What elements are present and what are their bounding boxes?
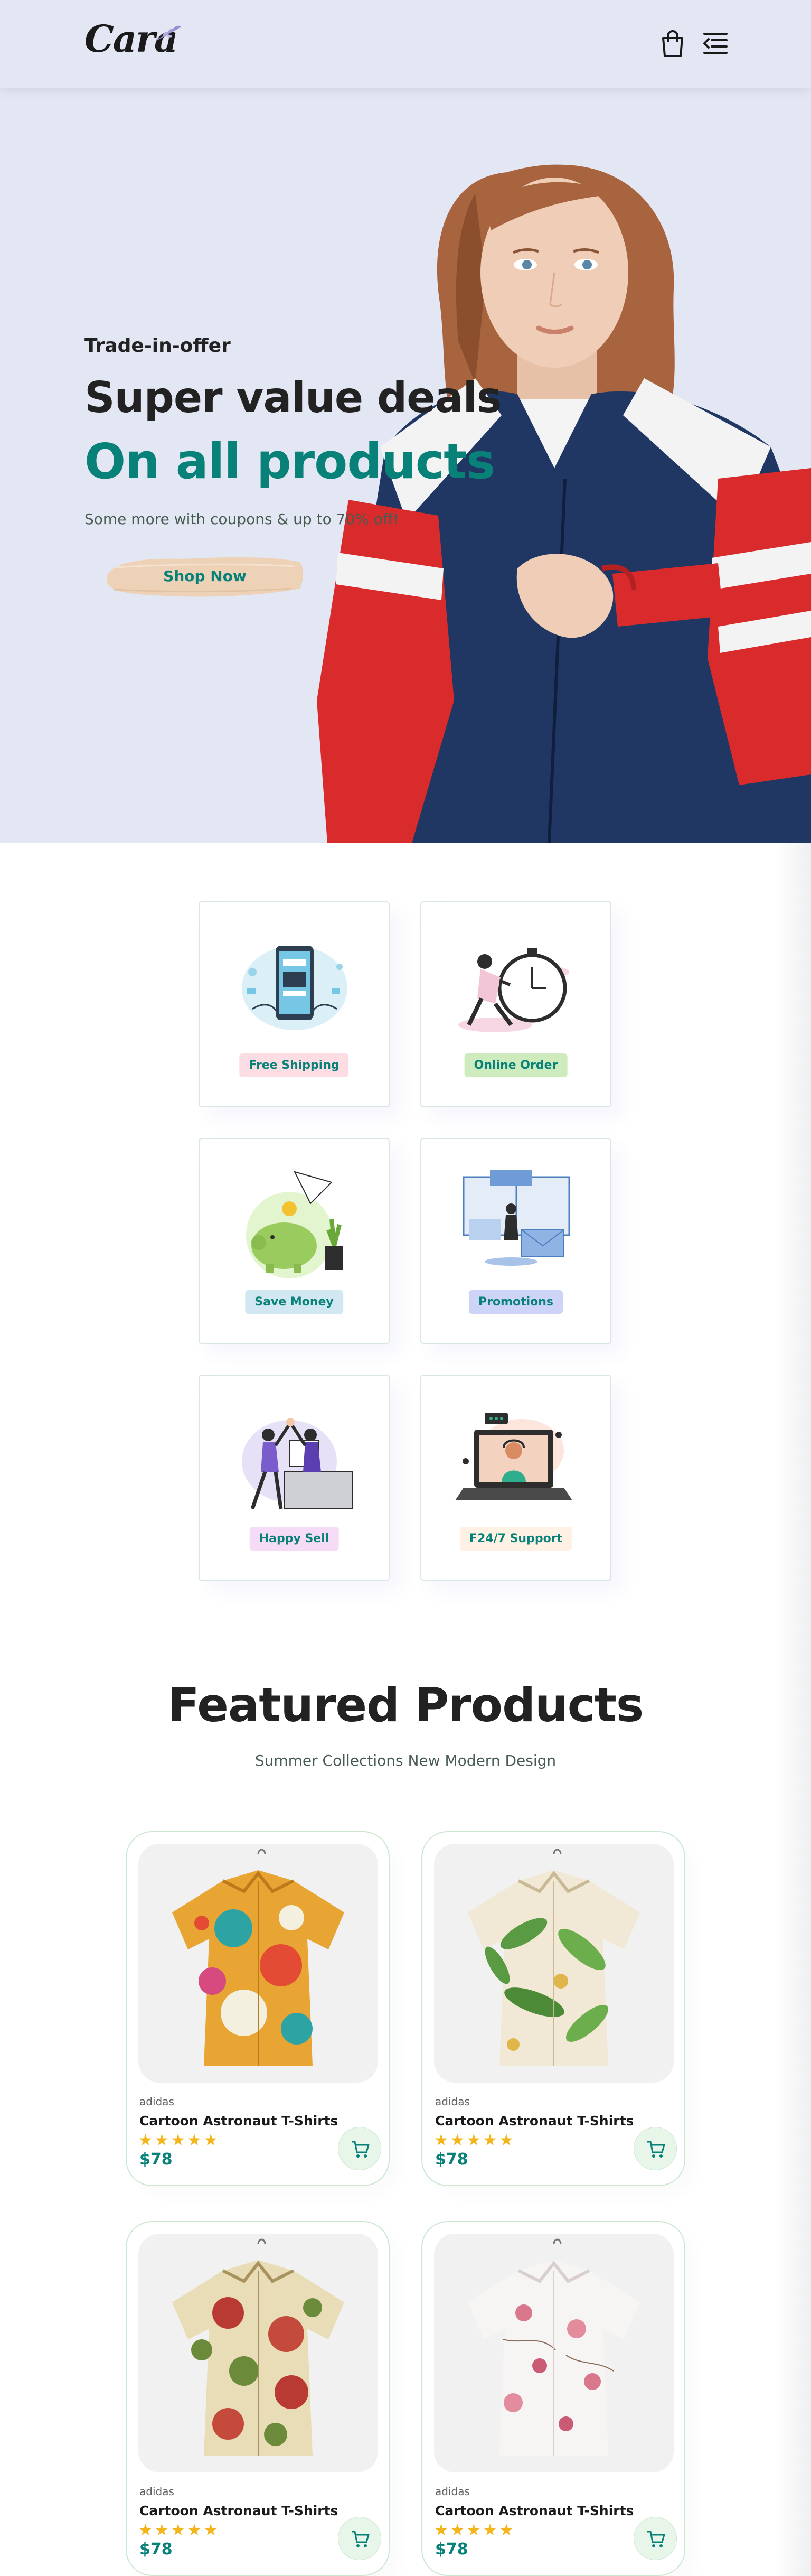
feature-box-promotions: Promotions xyxy=(420,1138,611,1344)
hero-highlight: On all products xyxy=(84,433,495,490)
hero-kicker: Trade-in-offer xyxy=(84,335,231,357)
product-price: $78 xyxy=(139,2150,173,2169)
product-price: $78 xyxy=(435,2150,468,2169)
product-name: Cartoon Astronaut T-Shirts xyxy=(435,2113,634,2129)
laptop-support-illustration xyxy=(455,1413,572,1500)
shirt-image xyxy=(172,1849,344,2066)
product-image xyxy=(434,2234,674,2472)
add-to-cart-button[interactable] xyxy=(338,2127,381,2170)
shirt-image xyxy=(468,2238,640,2456)
feature-tag-online-order: Online Order xyxy=(464,1053,568,1077)
promotion-envelope-illustration xyxy=(463,1170,570,1266)
product-card[interactable]: adidas Cartoon Astronaut T-Shirts ★★★★★ … xyxy=(421,1831,685,2186)
product-price: $78 xyxy=(139,2540,173,2559)
product-card[interactable]: adidas Cartoon Astronaut T-Shirts ★★★★★ … xyxy=(126,2221,390,2576)
product-rating-stars: ★★★★★ xyxy=(138,2131,220,2150)
product-brand: adidas xyxy=(139,2095,174,2108)
cart-icon xyxy=(352,2141,370,2158)
feature-box-happy-sell: Happy Sell xyxy=(199,1375,390,1581)
feature-box-online-order: Online Order xyxy=(420,901,611,1107)
page-edge-shadow xyxy=(776,843,811,2576)
cart-icon xyxy=(647,2141,665,2158)
feature-tag-support: F24/7 Support xyxy=(459,1527,572,1551)
features-section: Free Shipping Online Order Save Money Pr… xyxy=(199,901,612,1583)
feature-box-free-shipping: Free Shipping xyxy=(199,901,390,1107)
product-rating-stars: ★★★★★ xyxy=(434,2131,516,2150)
shop-now-label: Shop Now xyxy=(163,567,247,585)
add-to-cart-button[interactable] xyxy=(338,2517,381,2560)
product-image xyxy=(138,2234,378,2472)
hero-headline: Super value deals xyxy=(84,373,502,422)
menu-icon[interactable] xyxy=(699,27,731,59)
product-rating-stars: ★★★★★ xyxy=(138,2521,220,2540)
hero-subtext: Some more with coupons & up to 70% off! xyxy=(84,510,399,528)
lavender-leaf-icon xyxy=(156,25,181,41)
feature-box-support: F24/7 Support xyxy=(420,1375,611,1581)
cart-icon xyxy=(352,2531,370,2547)
shopping-bag-icon[interactable] xyxy=(657,27,689,59)
featured-products-title: Featured Products xyxy=(167,1678,644,1732)
product-brand: adidas xyxy=(435,2095,470,2108)
add-to-cart-button[interactable] xyxy=(634,2517,677,2560)
product-name: Cartoon Astronaut T-Shirts xyxy=(139,2503,338,2518)
hero-section: Trade-in-offer Super value deals On all … xyxy=(0,88,811,843)
piggy-bank-illustration xyxy=(246,1171,343,1278)
cart-icon xyxy=(647,2531,665,2547)
product-name: Cartoon Astronaut T-Shirts xyxy=(435,2503,634,2518)
product-image xyxy=(138,1844,378,2083)
product-price: $78 xyxy=(435,2540,468,2559)
add-to-cart-button[interactable] xyxy=(634,2127,677,2170)
shirt-image xyxy=(172,2238,344,2456)
site-header: Cara xyxy=(0,0,811,88)
featured-products-subtitle: Summer Collections New Modern Design xyxy=(254,1752,557,1769)
shop-now-button[interactable]: Shop Now xyxy=(103,552,306,600)
product-card[interactable]: adidas Cartoon Astronaut T-Shirts ★★★★★ … xyxy=(126,1831,390,2186)
feature-box-save-money: Save Money xyxy=(199,1138,390,1344)
product-brand: adidas xyxy=(435,2485,470,2498)
shirt-image xyxy=(468,1849,640,2066)
product-image xyxy=(434,1844,674,2083)
product-name: Cartoon Astronaut T-Shirts xyxy=(139,2113,338,2129)
feature-tag-happy-sell: Happy Sell xyxy=(249,1527,339,1551)
hero-model-image xyxy=(317,164,811,843)
product-brand: adidas xyxy=(139,2485,174,2498)
feature-tag-promotions: Promotions xyxy=(468,1290,563,1314)
feature-tag-save-money: Save Money xyxy=(245,1290,343,1314)
clock-runner-illustration xyxy=(458,948,569,1032)
high-five-illustration xyxy=(242,1418,353,1510)
product-card[interactable]: adidas Cartoon Astronaut T-Shirts ★★★★★ … xyxy=(421,2221,685,2576)
phone-delivery-illustration xyxy=(242,946,347,1030)
product-rating-stars: ★★★★★ xyxy=(434,2521,516,2540)
feature-tag-free-shipping: Free Shipping xyxy=(239,1053,349,1077)
